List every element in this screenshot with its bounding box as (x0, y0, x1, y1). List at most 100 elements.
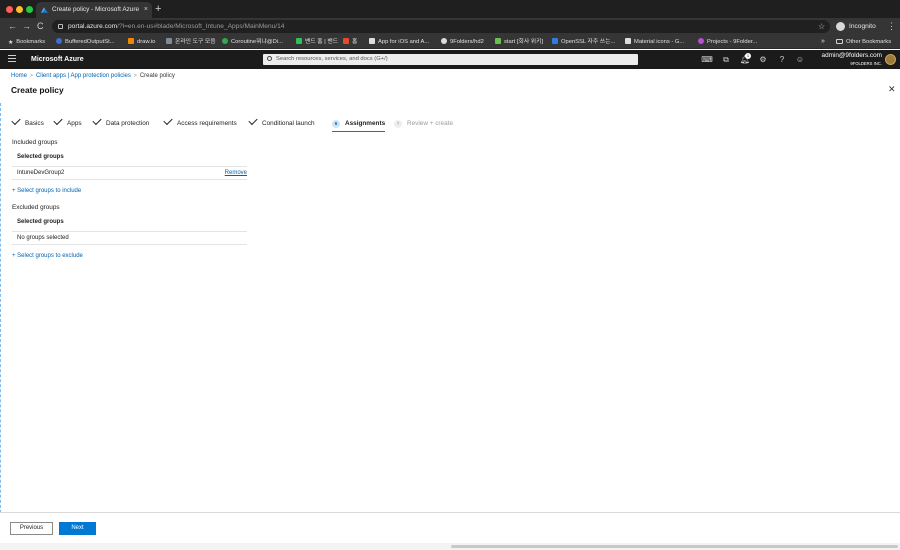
url-host: portal.azure.com (68, 23, 118, 30)
browser-toolbar: ← → C portal.azure.com/?l=en.en-us#blade… (0, 18, 900, 35)
step-basics[interactable]: Basics (11, 115, 44, 130)
forward-icon[interactable]: → (22, 18, 31, 35)
bookmark-favicon-icon (166, 38, 172, 44)
chevron-right-icon: > (30, 73, 33, 79)
bookmark-item[interactable]: Projects - 9Folder... (698, 35, 757, 49)
excluded-groups-heading: Excluded groups (12, 204, 60, 211)
avatar[interactable] (885, 54, 896, 65)
user-org: 9FOLDERS INC. (850, 61, 882, 66)
horizontal-scrollbar[interactable] (0, 543, 900, 550)
breadcrumb: Home > Client apps | App protection polici… (11, 73, 175, 79)
bookmark-item[interactable]: 밴드 홈 | 밴드 (296, 35, 338, 49)
bookmarks-bar: ★ Bookmarks BufferedOutputSt... draw.io 온… (0, 35, 900, 49)
incognito-icon (836, 22, 845, 31)
bookmark-favicon-icon (625, 38, 631, 44)
bookmark-item[interactable]: start [회사 위키] (495, 35, 543, 49)
checkmark-icon (163, 115, 173, 126)
hamburger-menu-icon[interactable] (8, 55, 16, 63)
bookmark-item[interactable]: BufferedOutputSt... (56, 35, 115, 49)
included-groups-heading: Included groups (12, 139, 58, 146)
wizard-steps: Basics Apps Data protection Access requi… (11, 115, 472, 132)
close-blade-icon[interactable]: ✕ (888, 84, 896, 95)
settings-gear-icon[interactable]: ⚙ (757, 50, 769, 69)
chevron-right-icon: > (133, 73, 137, 79)
table-row: IntuneDevGroup2 Remove (12, 166, 247, 180)
feedback-smiley-icon[interactable]: ☺ (794, 50, 806, 69)
bookmark-item[interactable]: App for iOS and A... (369, 35, 429, 49)
more-bookmarks-icon[interactable]: » (821, 35, 825, 49)
table-row: No groups selected (12, 231, 247, 245)
empty-state-text: No groups selected (17, 235, 69, 241)
browser-tab[interactable]: Create policy - Microsoft Azure × (36, 2, 152, 18)
bookmark-item[interactable]: draw.io (128, 35, 155, 49)
checkmark-icon (11, 115, 21, 126)
bookmark-favicon-icon (369, 38, 375, 44)
checkmark-icon (92, 115, 102, 126)
step-apps[interactable]: Apps (53, 115, 82, 130)
bookmarks-star-icon: ★ (8, 40, 14, 46)
bookmark-item[interactable]: 홈 (343, 35, 357, 49)
breadcrumb-home[interactable]: Home (11, 73, 27, 79)
checkmark-icon (53, 115, 63, 126)
new-tab-button[interactable]: + (155, 1, 161, 17)
folder-icon (836, 39, 843, 44)
checkmark-icon (248, 115, 258, 126)
azure-brand[interactable]: Microsoft Azure (31, 50, 84, 69)
bookmark-favicon-icon (343, 38, 349, 44)
wizard-footer: Previous Next (0, 512, 900, 543)
step-data-protection[interactable]: Data protection (92, 115, 149, 130)
bookmark-favicon-icon (296, 38, 302, 44)
scrollbar-thumb[interactable] (451, 545, 898, 548)
bookmark-item[interactable]: Material icons - G... (625, 35, 684, 49)
bookmark-favicon-icon (56, 38, 62, 44)
step-number-badge: 6 (332, 120, 340, 128)
breadcrumb-parent[interactable]: Client apps | App protection policies (36, 73, 131, 79)
azure-favicon-icon (41, 7, 48, 13)
browser-menu-icon[interactable]: ⋮ (887, 18, 896, 35)
bookmark-star-icon[interactable]: ☆ (818, 18, 825, 35)
maximize-window-dot[interactable] (26, 6, 33, 13)
notification-count-badge: 1 (745, 53, 751, 59)
user-email: admin@9folders.com (821, 52, 882, 59)
bookmark-favicon-icon (495, 38, 501, 44)
reload-icon[interactable]: C (37, 18, 44, 35)
group-name: IntuneDevGroup2 (17, 170, 65, 176)
directory-filter-icon[interactable]: ⧉ (720, 50, 732, 69)
address-bar[interactable]: portal.azure.com/?l=en.en-us#blade/Micro… (52, 20, 830, 33)
global-search-input[interactable]: Search resources, services, and docs (G+… (263, 54, 638, 65)
bookmark-item[interactable]: ★ Bookmarks (8, 35, 45, 49)
other-bookmarks[interactable]: Other Bookmarks (836, 35, 891, 49)
account-info[interactable]: admin@9folders.com 9FOLDERS INC. (808, 52, 882, 67)
minimize-window-dot[interactable] (16, 6, 23, 13)
step-access-requirements[interactable]: Access requirements (163, 115, 237, 130)
close-window-dot[interactable] (6, 6, 13, 13)
help-icon[interactable]: ? (776, 50, 788, 69)
bookmark-item[interactable]: Coroutine뭐냐@Di... (222, 35, 283, 49)
bookmark-item[interactable]: 9Folders/hd2 (441, 35, 484, 49)
url-path: /?l=en.en-us#blade/Microsoft_Intune_Apps… (117, 23, 285, 30)
select-groups-to-exclude-link[interactable]: + Select groups to exclude (12, 253, 83, 259)
bookmark-favicon-icon (552, 38, 558, 44)
step-assignments[interactable]: 6 Assignments (332, 118, 386, 132)
step-number-badge: 7 (394, 120, 402, 128)
bookmark-item[interactable]: 온라인 도구 모음 (166, 35, 216, 49)
bookmark-favicon-icon (222, 38, 228, 44)
close-tab-icon[interactable]: × (144, 2, 148, 18)
browser-tab-strip: Create policy - Microsoft Azure × + (0, 0, 900, 18)
step-conditional-launch[interactable]: Conditional launch (248, 115, 315, 130)
back-icon[interactable]: ← (8, 18, 17, 35)
next-button[interactable]: Next (59, 522, 96, 535)
github-icon (441, 38, 447, 44)
excluded-groups-column-header: Selected groups (17, 219, 64, 225)
previous-button[interactable]: Previous (10, 522, 53, 535)
browser-tab-title: Create policy - Microsoft Azure (52, 6, 140, 13)
blade-left-edge (0, 103, 1, 543)
cloud-shell-icon[interactable]: ⌨ (701, 50, 713, 69)
select-groups-to-include-link[interactable]: + Select groups to include (12, 188, 81, 194)
incognito-label[interactable]: Incognito (849, 18, 876, 35)
remove-group-link[interactable]: Remove (225, 167, 247, 180)
lock-icon (58, 24, 63, 29)
included-groups-column-header: Selected groups (17, 154, 64, 160)
page-title: Create policy (11, 85, 64, 95)
bookmark-item[interactable]: OpenSSL 자주 쓰는... (552, 35, 615, 49)
